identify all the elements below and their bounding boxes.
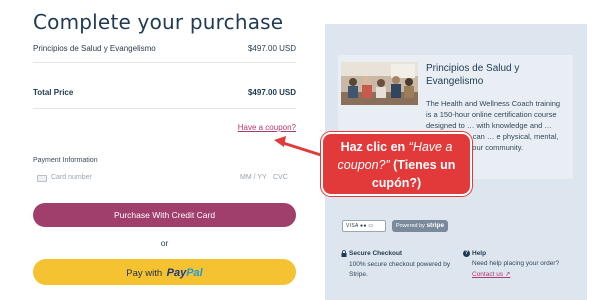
credit-card-icon <box>37 175 47 182</box>
order-item-price: $497.00 USD <box>247 44 296 53</box>
secure-checkout-text: 100% secure checkout powered by Stripe. <box>349 261 451 278</box>
divider <box>33 108 296 109</box>
card-cvc-input[interactable]: CVC <box>273 174 288 181</box>
paypal-logo: PayPal <box>166 267 203 279</box>
total-label: Total Price <box>33 88 74 97</box>
callout-prefix: Haz clic en <box>340 140 409 154</box>
order-item-name: Principios de Salud y Evangelismo <box>33 44 156 53</box>
accepted-cards-badge: VISA ●● ▭ <box>342 220 386 232</box>
help-title: Help <box>472 250 487 257</box>
help-text: Need help placing your order? <box>472 260 560 267</box>
paypal-button[interactable]: Pay with PayPal <box>33 259 296 285</box>
card-number-field[interactable]: Card number MM / YY CVC <box>33 170 296 188</box>
purchase-credit-card-button[interactable]: Purchase With Credit Card <box>33 203 296 227</box>
product-image <box>341 62 418 105</box>
contact-us-link[interactable]: Contact us ↗ <box>472 270 510 278</box>
annotation-callout: Haz clic en “Have a coupon?” (Tienes un … <box>321 132 472 196</box>
product-title: Principios de Salud y Evangelismo <box>426 63 520 87</box>
payment-info-label: Payment Information <box>33 157 98 164</box>
or-separator: or <box>160 238 169 248</box>
lock-icon <box>341 250 347 257</box>
paypal-button-label: Pay with <box>126 268 163 279</box>
page-title: Complete your purchase <box>33 10 284 34</box>
total-price: $497.00 USD <box>247 88 296 97</box>
help-icon: ? <box>463 250 470 257</box>
secure-checkout-title: Secure Checkout <box>349 250 403 257</box>
card-number-input[interactable]: Card number <box>51 174 92 181</box>
external-link-icon: ↗ <box>504 271 511 278</box>
powered-by-stripe-badge: Powered by stripe <box>392 220 448 232</box>
annotation-arrow-icon <box>274 136 325 158</box>
divider <box>33 62 296 63</box>
card-expiry-input[interactable]: MM / YY <box>240 174 267 181</box>
